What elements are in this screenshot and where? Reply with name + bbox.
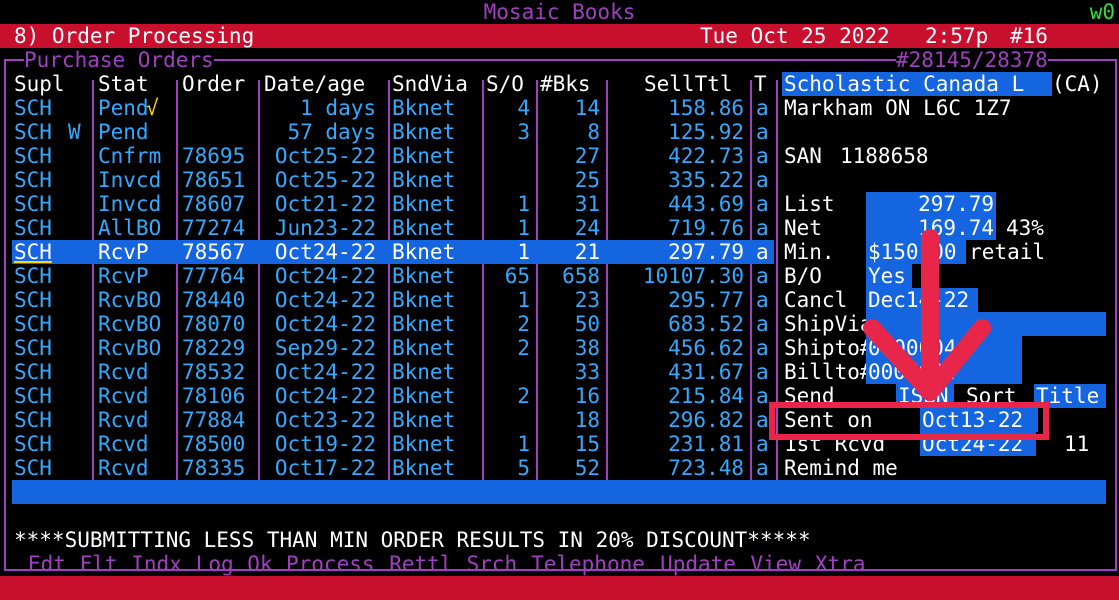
annotation-overlay xyxy=(769,229,1049,440)
highlight-box xyxy=(769,402,1049,440)
